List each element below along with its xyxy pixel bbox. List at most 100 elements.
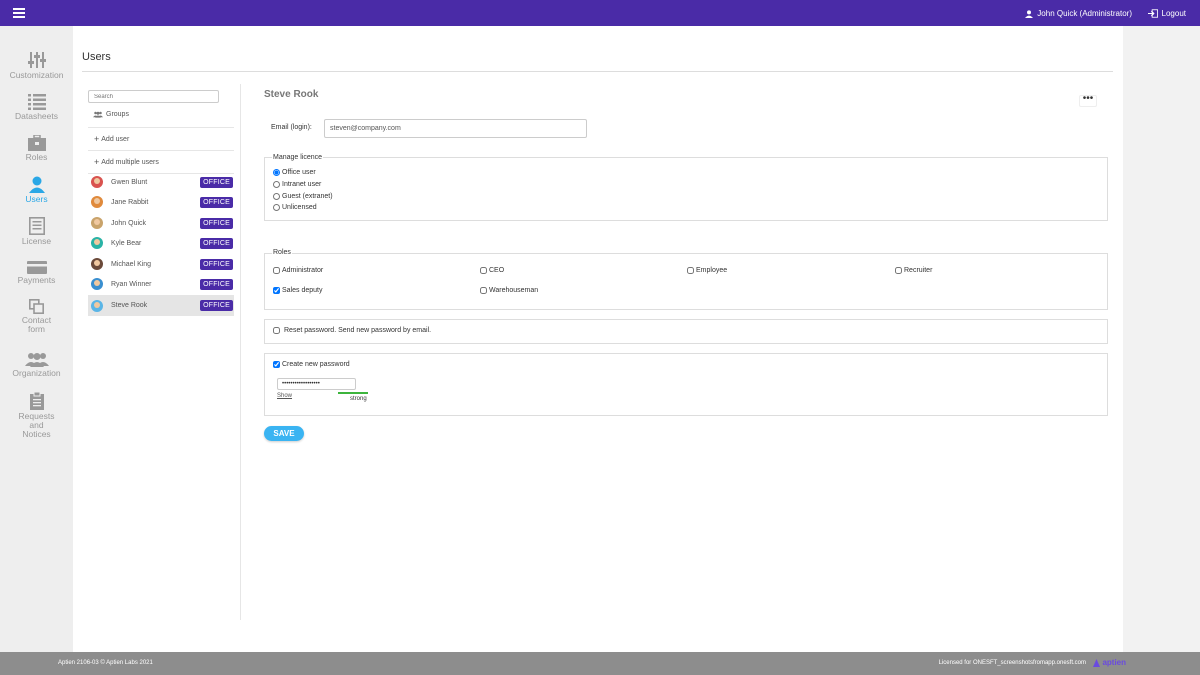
role-ceo[interactable]: CEO [480, 267, 504, 274]
radio-guest[interactable] [273, 193, 280, 200]
add-multiple-users-button[interactable]: + Add multiple users [94, 157, 240, 167]
logout-icon [1147, 9, 1158, 18]
checkbox-administrator[interactable] [273, 267, 280, 274]
current-user[interactable]: John Quick (Administrator) [1025, 9, 1132, 18]
sidebar-item-customization[interactable]: Customization [0, 51, 73, 80]
radio-intranet-user[interactable] [273, 181, 280, 188]
licence-fieldset [264, 157, 1108, 221]
clipboard-icon [29, 392, 44, 410]
divider [88, 127, 234, 128]
menu-icon[interactable] [13, 8, 25, 18]
radio-office-user[interactable] [273, 169, 280, 176]
user-name: Michael King [111, 260, 152, 268]
logout-button[interactable]: Logout [1147, 9, 1186, 18]
new-password-box [264, 353, 1108, 416]
avatar [91, 299, 103, 312]
password-strength-label: strong [350, 396, 367, 402]
sidebar-item-contact-form[interactable]: Contact form [0, 299, 73, 334]
licence-option-unlicensed[interactable]: Unlicensed [273, 204, 317, 211]
sidebar-item-label: Users [25, 194, 48, 204]
sidebar-item-payments[interactable]: Payments [0, 261, 73, 285]
user-name: Steve Rook [111, 302, 148, 309]
sidebar: Customization Datasheets Roles Users Lic… [0, 26, 73, 652]
copy-icon [29, 299, 44, 314]
password-strength-bar [338, 392, 368, 394]
licence-option-office-user[interactable]: Office user [273, 169, 316, 176]
checkbox-create-password[interactable] [273, 361, 280, 368]
create-password-option[interactable]: Create new password [273, 361, 350, 368]
sidebar-item-label: Customization [9, 70, 64, 80]
sidebar-item-label: Contact form [21, 315, 52, 334]
divider [88, 150, 234, 151]
sidebar-item-requests[interactable]: Requests and Notices [0, 392, 73, 439]
sidebar-item-label: Organization [12, 368, 61, 378]
avatar [91, 176, 103, 188]
sidebar-item-label: Payments [17, 275, 56, 285]
user-row-michael-king[interactable]: Michael King OFFICE [88, 254, 234, 274]
title-divider [82, 71, 1113, 72]
licence-badge: OFFICE [200, 217, 233, 229]
reset-password-option[interactable]: Reset password. Send new password by ema… [273, 327, 431, 334]
option-label: Reset password. Send new password by ema… [284, 327, 432, 334]
licence-option-intranet-user[interactable]: Intranet user [273, 181, 321, 188]
logout-label: Logout [1161, 9, 1186, 18]
email-field[interactable] [324, 119, 587, 138]
show-password-link[interactable]: Show [277, 393, 292, 399]
user-row-kyle-bear[interactable]: Kyle Bear OFFICE [88, 233, 234, 253]
password-input[interactable] [277, 378, 356, 390]
role-recruiter[interactable]: Recruiter [895, 267, 932, 274]
search-input[interactable] [88, 90, 219, 103]
option-label: Administrator [282, 267, 324, 274]
roles-legend: Roles [272, 249, 292, 256]
role-employee[interactable]: Employee [687, 267, 727, 274]
option-label: Create new password [282, 361, 350, 368]
user-name: Ryan Winner [111, 280, 152, 288]
role-sales-deputy[interactable]: Sales deputy [273, 287, 322, 294]
groups-link[interactable]: Groups [93, 111, 239, 118]
option-label: Intranet user [282, 181, 322, 188]
checkbox-warehouseman[interactable] [480, 287, 487, 294]
sliders-icon [27, 52, 46, 68]
role-warehouseman[interactable]: Warehouseman [480, 287, 538, 294]
user-row-ryan-winner[interactable]: Ryan Winner OFFICE [88, 274, 234, 294]
plus-icon: + [94, 134, 100, 144]
avatar [91, 217, 103, 229]
add-user-button[interactable]: + Add user [94, 134, 240, 144]
option-label: Employee [696, 267, 728, 274]
sidebar-item-organization[interactable]: Organization [0, 352, 73, 378]
licence-badge: OFFICE [200, 278, 233, 290]
checkbox-ceo[interactable] [480, 267, 487, 274]
sidebar-item-users[interactable]: Users [0, 176, 73, 204]
group-icon [93, 111, 103, 118]
checkbox-reset-password[interactable] [273, 327, 280, 334]
option-label: CEO [489, 267, 505, 274]
sidebar-item-label: Roles [25, 152, 48, 162]
user-row-gwen-blunt[interactable]: Gwen Blunt OFFICE [88, 172, 234, 192]
radio-unlicensed[interactable] [273, 204, 280, 211]
checkbox-recruiter[interactable] [895, 267, 902, 274]
sidebar-item-roles[interactable]: Roles [0, 135, 73, 162]
role-administrator[interactable]: Administrator [273, 267, 323, 274]
document-icon [28, 217, 45, 235]
groups-label: Groups [106, 111, 129, 118]
user-name: John Quick [111, 219, 147, 227]
avatar [91, 237, 103, 249]
user-row-jane-rabbit[interactable]: Jane Rabbit OFFICE [88, 192, 234, 212]
save-button[interactable]: SAVE [264, 426, 304, 441]
checkbox-sales-deputy[interactable] [273, 287, 280, 294]
roles-fieldset [264, 253, 1108, 310]
sidebar-item-label: License [21, 236, 52, 246]
user-list-panel: Groups + Add user + Add multiple users G… [88, 90, 234, 316]
more-options-button[interactable]: ••• [1079, 94, 1097, 107]
credit-card-icon [26, 261, 47, 274]
footer-version: Aptien 2106-03 © Aptien Labs 2021 [58, 660, 153, 666]
user-icon [1025, 9, 1034, 18]
sidebar-item-license[interactable]: License [0, 217, 73, 246]
add-multiple-users-label: Add multiple users [101, 158, 159, 166]
user-row-john-quick[interactable]: John Quick OFFICE [88, 213, 234, 233]
sidebar-item-datasheets[interactable]: Datasheets [0, 94, 73, 121]
user-row-steve-rook[interactable]: Steve Rook OFFICE [88, 295, 234, 316]
aptien-logo-text: aptien [1102, 658, 1126, 667]
checkbox-employee[interactable] [687, 267, 694, 274]
licence-option-guest[interactable]: Guest (extranet) [273, 193, 333, 200]
